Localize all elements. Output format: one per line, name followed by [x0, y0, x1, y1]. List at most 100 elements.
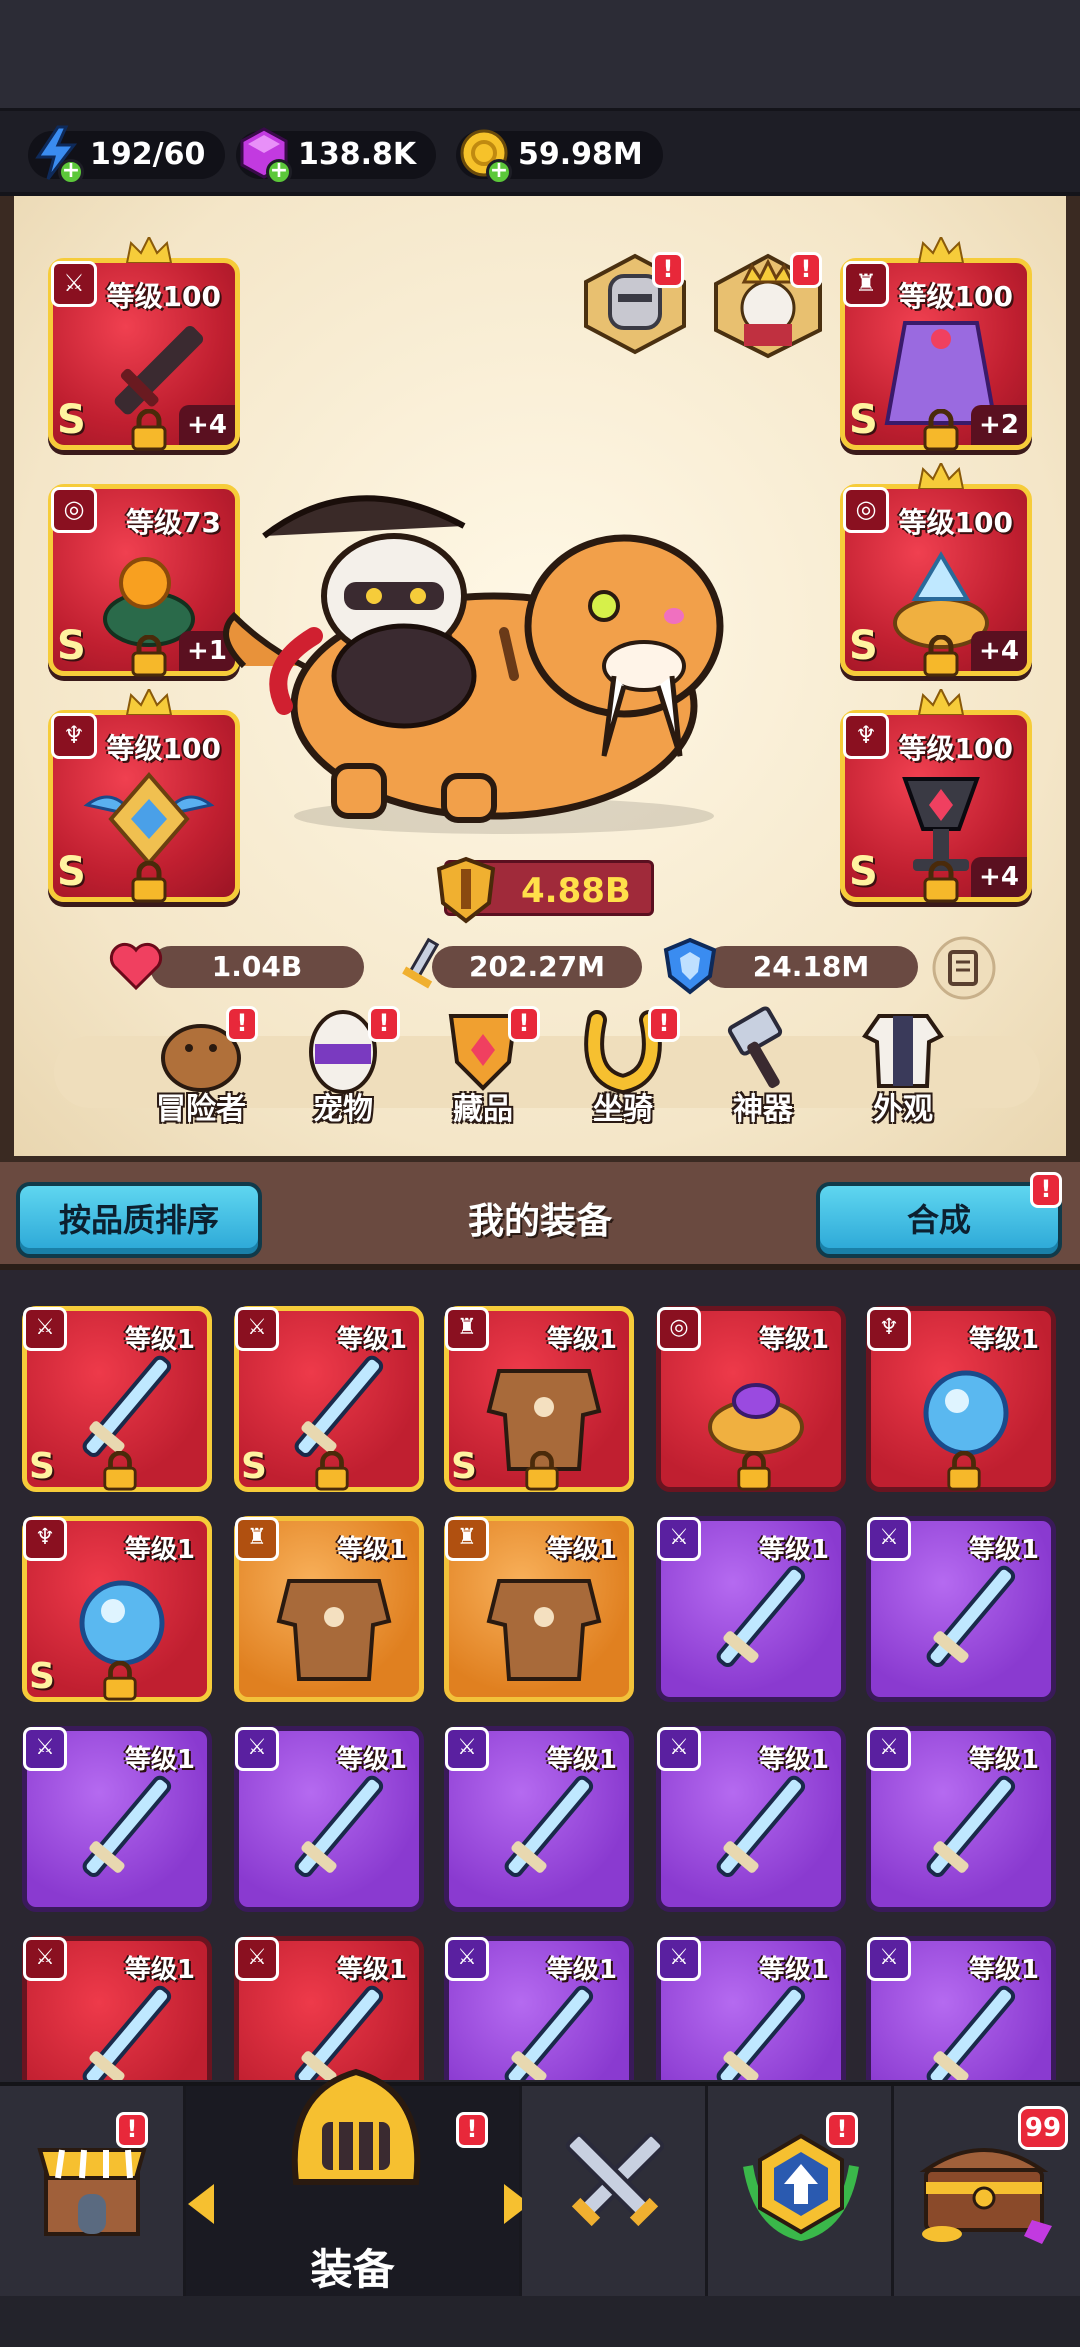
status-bar: [0, 0, 1080, 108]
inventory-item[interactable]: ♜ 等级1 S: [444, 1306, 634, 1492]
item-level: 等级1: [968, 1955, 1039, 1985]
nav-treasure[interactable]: 99: [894, 2086, 1080, 2296]
lock-icon: [131, 635, 167, 677]
item-grade: S: [29, 1446, 55, 1487]
equip-slot-armor[interactable]: ♜ 等级100 S +2: [840, 237, 1032, 451]
slot-plus: +2: [971, 405, 1027, 445]
nav-battle[interactable]: [522, 2086, 708, 2296]
nav-shop[interactable]: !: [0, 2086, 186, 2296]
item-level: 等级1: [758, 1955, 829, 1985]
item-grade: S: [241, 1446, 267, 1487]
crown-icon: [917, 463, 965, 489]
slot-plus: +4: [971, 857, 1027, 897]
menu-appearance[interactable]: 外观: [848, 1006, 958, 1130]
equipment-inventory-grid[interactable]: ⚔ 等级1 S ⚔ 等级1 S ♜ 等级1 S ◎ 等级1 ♆ 等级1 ♆ 等级1 S ♜ 等级1 ♜ 等级1 ⚔ 等级1…: [0, 1270, 1080, 2080]
hero-character-tiger-rider: [223, 495, 724, 834]
sword-item-icon: [504, 1985, 594, 2080]
bottom-nav: ! ! 装备 ! 99: [0, 2068, 1080, 2347]
lock-icon: [103, 1451, 137, 1491]
inventory-item[interactable]: ⚔ 等级1: [656, 1516, 846, 1702]
menu-mount[interactable]: 坐骑 !: [568, 1006, 680, 1130]
inventory-item[interactable]: ⚔ 等级1: [22, 1726, 212, 1912]
inventory-item[interactable]: ⚔ 等级1: [444, 1726, 634, 1912]
menu-label: 冒险者: [156, 1092, 246, 1127]
item-level: 等级1: [336, 1955, 407, 1985]
sword-item-icon: [82, 1775, 172, 1878]
equip-slot-necklace-2[interactable]: ♆ 等级100 S +4: [840, 689, 1032, 903]
inventory-item[interactable]: ◎ 等级1: [656, 1306, 846, 1492]
item-level: 等级1: [336, 1745, 407, 1775]
energy-counter[interactable]: + 192/60: [28, 125, 226, 185]
slot-grade: S: [57, 849, 86, 895]
item-level: 等级1: [336, 1325, 407, 1355]
merge-button[interactable]: 合成: [816, 1182, 1062, 1258]
sword-icon: ⚔: [445, 1937, 489, 1981]
sword-icon: ⚔: [23, 1727, 67, 1771]
sword-item-icon: [716, 1565, 806, 1668]
sword-icon: ⚔: [23, 1937, 67, 1981]
menu-alert-badge: !: [226, 1006, 258, 1042]
menu-alert-badge: !: [508, 1006, 540, 1042]
inventory-item[interactable]: ♜ 等级1: [234, 1516, 424, 1702]
inventory-item[interactable]: ♆ 等级1: [866, 1306, 1056, 1492]
menu-adventurer[interactable]: 冒险者 !: [146, 1006, 258, 1130]
gem-counter[interactable]: + 138.8K: [236, 127, 437, 185]
inventory-item[interactable]: ⚔ 等级1: [656, 1726, 846, 1912]
menu-artifact[interactable]: 神器: [708, 1006, 818, 1130]
item-level: 等级1: [546, 1535, 617, 1565]
sword-icon: ⚔: [23, 1307, 67, 1351]
ring-icon: ◎: [51, 487, 97, 533]
stats-detail-icon[interactable]: [932, 936, 996, 1000]
item-level: 等级1: [758, 1745, 829, 1775]
inventory-item[interactable]: ⚔ 等级1: [22, 1936, 212, 2080]
inventory-item[interactable]: ⚔ 等级1: [656, 1936, 846, 2080]
equip-slot-ring-2[interactable]: ◎ 等级100 S +4: [840, 463, 1032, 677]
add-energy-icon[interactable]: +: [58, 159, 84, 185]
lock-icon: [103, 1661, 137, 1701]
menu-label: 宠物: [313, 1092, 373, 1127]
necklace-icon: ♆: [843, 713, 889, 759]
armor-item-icon: [486, 1579, 602, 1681]
sort-by-quality-button[interactable]: 按品质排序: [16, 1182, 262, 1258]
inventory-item[interactable]: ⚔ 等级1 S: [22, 1306, 212, 1492]
slot-grade: S: [849, 849, 878, 895]
hp-stat: 1.04B: [109, 942, 364, 991]
menu-label: 坐骑: [593, 1092, 653, 1127]
lock-icon: [525, 1451, 559, 1491]
helmet-icon: [291, 2068, 421, 2185]
inventory-item[interactable]: ♆ 等级1 S: [22, 1516, 212, 1702]
sword-icon: ⚔: [657, 1937, 701, 1981]
necklace-icon: ♆: [867, 1307, 911, 1351]
sword-item-icon: [294, 1775, 384, 1878]
lock-icon: [947, 1451, 981, 1491]
inventory-item[interactable]: ⚔ 等级1: [234, 1936, 424, 2080]
menu-collection[interactable]: 藏品 !: [428, 1006, 540, 1130]
gem-value: 138.8K: [298, 137, 417, 172]
chevron-left-icon[interactable]: [188, 2184, 214, 2224]
nav-upgrade[interactable]: !: [708, 2086, 894, 2296]
item-level: 等级1: [124, 1745, 195, 1775]
inventory-item[interactable]: ⚔ 等级1: [866, 1936, 1056, 2080]
menu-alert-badge: !: [368, 1006, 400, 1042]
sword-item-icon: [716, 1775, 806, 1878]
sword-item-icon: [716, 1985, 806, 2080]
add-gold-icon[interactable]: +: [486, 159, 512, 185]
add-gems-icon[interactable]: +: [266, 159, 292, 185]
inventory-item[interactable]: ⚔ 等级1: [234, 1726, 424, 1912]
nav-equipment[interactable]: ! 装备: [186, 2068, 530, 2296]
sword-icon: ⚔: [867, 1727, 911, 1771]
inventory-item[interactable]: ⚔ 等级1: [444, 1936, 634, 2080]
sword-icon: ⚔: [867, 1937, 911, 1981]
necklace-icon: ♆: [23, 1517, 67, 1561]
inventory-item[interactable]: ⚔ 等级1 S: [234, 1306, 424, 1492]
inventory-item[interactable]: ⚔ 等级1: [866, 1726, 1056, 1912]
slot-level: 等级100: [898, 506, 1013, 539]
gold-counter[interactable]: + 59.98M: [456, 129, 663, 185]
hero-panel: ⚔ 等级100 S +4 ◎ 等级73 S +1 ♆ 等级100 S ♜ 等级1…: [0, 196, 1080, 1156]
menu-pet[interactable]: 宠物 !: [288, 1006, 400, 1130]
gold-value: 59.98M: [518, 137, 643, 172]
item-grade: S: [29, 1656, 55, 1697]
armor-item-icon: [276, 1579, 392, 1681]
inventory-item[interactable]: ♜ 等级1: [444, 1516, 634, 1702]
inventory-item[interactable]: ⚔ 等级1: [866, 1516, 1056, 1702]
